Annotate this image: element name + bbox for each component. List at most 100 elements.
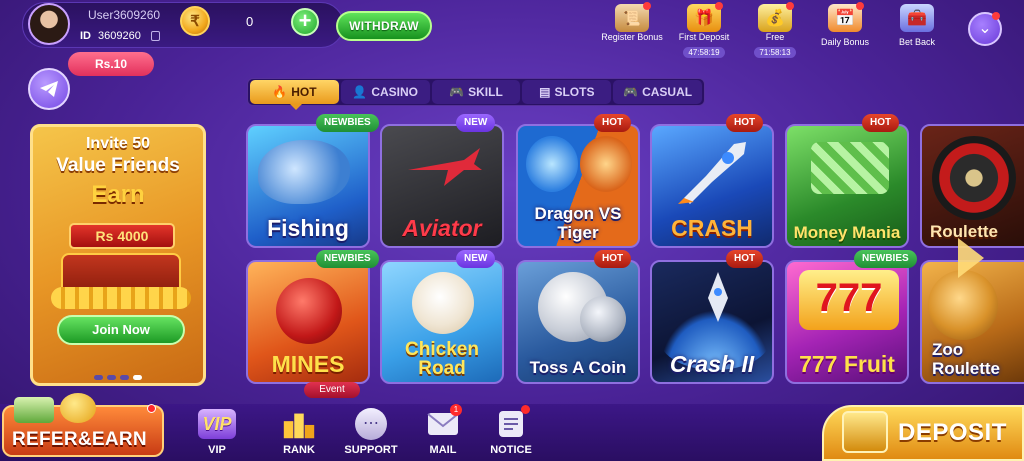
reward-badge: Rs.10	[68, 52, 154, 76]
lion-icon	[928, 270, 998, 340]
carousel-dot[interactable]	[107, 375, 116, 380]
game-title: Money Mania	[793, 223, 901, 242]
telegram-button[interactable]	[28, 68, 70, 110]
refer-earn-label: REFER&EARN	[12, 429, 147, 450]
tab-casino[interactable]: 👤 CASINO	[340, 80, 430, 104]
chicken-icon	[412, 272, 474, 334]
game-tag: NEW	[456, 250, 496, 268]
game-title: Zoo Roulette	[932, 340, 1000, 378]
tab-skill-label: SKILL	[468, 85, 503, 99]
invite-line-1: Invite 50	[85, 135, 151, 152]
register-bonus-button[interactable]: 📜 Register Bonus	[597, 2, 667, 42]
notification-dot	[147, 404, 156, 413]
game-tag: NEWBIES	[316, 114, 379, 132]
first-deposit-label: First Deposit	[678, 32, 730, 42]
trophy-icon	[280, 408, 318, 440]
game-tile-money-mania[interactable]: Money Mania	[785, 124, 909, 248]
invite-line-2: Value Friends	[56, 155, 180, 176]
scroll-right-arrow-icon[interactable]	[958, 238, 984, 278]
daily-bonus-label: Daily Bonus	[820, 37, 870, 47]
nav-support-label: SUPPORT	[344, 444, 398, 456]
nav-support[interactable]: ⋯ SUPPORT	[336, 408, 406, 456]
nav-mail[interactable]: 1 MAIL	[408, 404, 478, 456]
game-title: 777 Fruit	[799, 351, 895, 377]
menu-button[interactable]: ⌄	[968, 12, 1002, 46]
carousel-dot-active[interactable]	[133, 375, 142, 380]
game-tile-fishing[interactable]: Fishing	[246, 124, 370, 248]
active-tab-indicator	[290, 104, 302, 110]
carousel-dot[interactable]	[94, 375, 103, 380]
game-tile-toss-a-coin[interactable]: Toss A Coin	[516, 260, 640, 384]
coin-pile-icon	[51, 287, 191, 309]
free-timer: 71:58:13	[754, 47, 796, 58]
username: User3609260	[88, 8, 161, 22]
game-tag: HOT	[726, 250, 764, 268]
game-tag: HOT	[862, 114, 900, 132]
user-id: 3609260	[98, 30, 141, 42]
shark-icon	[258, 140, 350, 204]
top-bar: User3609260 ID 3609260 ₹ 0 + WITHDRAW 📜 …	[0, 0, 1024, 58]
invite-line-3: Earn	[91, 181, 145, 208]
avatar[interactable]	[28, 3, 70, 45]
game-tile-777-fruit[interactable]: 777 777 Fruit	[785, 260, 909, 384]
game-tile-aviator[interactable]: Aviator	[380, 124, 504, 248]
deposit-button[interactable]: DEPOSIT	[822, 405, 1024, 461]
person-icon: 👤	[352, 85, 368, 99]
category-tabs: 🔥 HOT 👤 CASINO 🎮 SKILL ▤ SLOTS 🎮 CASUAL	[247, 78, 705, 106]
calendar-icon: 📅	[828, 2, 864, 32]
game-title: Aviator	[402, 215, 482, 241]
game-tile-crash[interactable]: CRASH	[650, 124, 774, 248]
airplane-icon	[408, 148, 482, 186]
carousel-dots	[33, 367, 203, 383]
gamepad-icon: 🎮	[623, 85, 639, 99]
game-tag: HOT	[726, 114, 764, 132]
carousel-dot[interactable]	[120, 375, 129, 380]
bomb-icon	[276, 278, 342, 344]
join-now-button[interactable]: Join Now	[57, 315, 185, 345]
tab-slots-label: SLOTS	[554, 85, 595, 99]
game-tile-crash-ii[interactable]: Crash II	[650, 260, 774, 384]
game-tile-dragon-vs-tiger[interactable]: Dragon VS Tiger	[516, 124, 640, 248]
game-tile-mines[interactable]: MINES	[246, 260, 370, 384]
game-title: MINES	[271, 351, 345, 377]
first-deposit-button[interactable]: 🎁 First Deposit 47:58:19	[669, 2, 739, 60]
notice-icon	[492, 405, 530, 440]
nav-rank[interactable]: RANK	[264, 408, 334, 456]
game-tag: HOT	[594, 114, 632, 132]
flame-icon: 🔥	[272, 85, 288, 99]
add-funds-icon[interactable]: +	[291, 8, 319, 36]
coin-icon	[580, 296, 626, 342]
bet-back-button[interactable]: 🧰 Bet Back	[882, 4, 952, 47]
nav-notice-label: NOTICE	[490, 444, 532, 456]
game-tile-zoo-roulette[interactable]: Zoo Roulette	[920, 260, 1024, 384]
game-title: Fishing	[267, 215, 349, 241]
tab-skill[interactable]: 🎮 SKILL	[431, 80, 521, 104]
withdraw-button[interactable]: WITHDRAW	[336, 11, 432, 41]
nav-mail-label: MAIL	[429, 444, 457, 456]
game-tile-chicken-road[interactable]: Chicken Road	[380, 260, 504, 384]
cash-stack-icon	[14, 397, 54, 423]
game-title: Crash II	[669, 351, 755, 377]
game-title: CRASH	[671, 215, 753, 241]
tab-casual[interactable]: 🎮 CASUAL	[613, 80, 702, 104]
tiger-icon	[580, 136, 632, 192]
bet-back-label: Bet Back	[898, 37, 936, 47]
free-button[interactable]: 💰 Free 71:58:13	[740, 2, 810, 60]
gold-coins-icon	[60, 393, 96, 423]
game-tile-roulette[interactable]: Roulette	[920, 124, 1024, 248]
event-tag: Event	[304, 382, 360, 398]
tab-casino-label: CASINO	[371, 85, 418, 99]
invite-banner[interactable]: Invite 50 Value Friends Earn Rs 4000 Joi…	[30, 124, 206, 386]
daily-bonus-button[interactable]: 📅 Daily Bonus	[810, 2, 880, 47]
telegram-icon	[40, 81, 58, 97]
copy-icon[interactable]	[151, 31, 160, 41]
tab-hot[interactable]: 🔥 HOT	[250, 80, 339, 104]
chevron-down-icon: ⌄	[978, 20, 992, 37]
nav-notice[interactable]: NOTICE	[476, 405, 546, 456]
mail-badge: 1	[450, 404, 462, 416]
nav-vip[interactable]: VIP VIP	[182, 408, 252, 456]
coins-icon: 💰	[758, 2, 794, 32]
tab-slots[interactable]: ▤ SLOTS	[522, 80, 612, 104]
sevens-icon: 777	[815, 276, 883, 320]
refer-earn-button[interactable]: REFER&EARN	[2, 393, 164, 457]
